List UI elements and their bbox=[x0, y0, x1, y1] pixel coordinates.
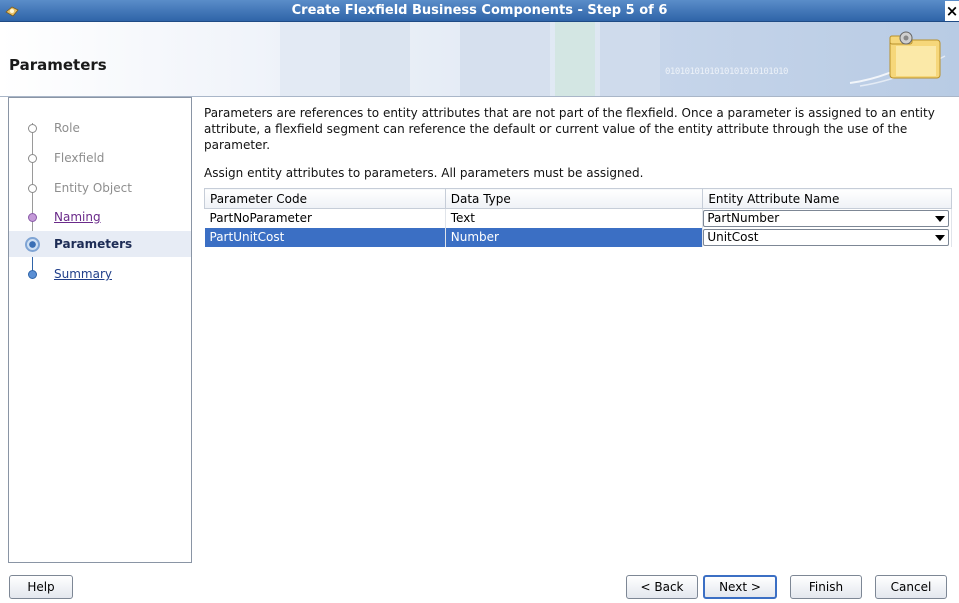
data-type-cell[interactable]: Number bbox=[445, 227, 704, 247]
current-step-icon bbox=[25, 237, 40, 252]
column-header-parameter-code[interactable]: Parameter Code bbox=[204, 188, 446, 209]
help-button[interactable]: Help bbox=[9, 575, 73, 599]
table-header-row: Parameter Code Data Type Entity Attribut… bbox=[204, 188, 952, 209]
step-label: Flexfield bbox=[54, 151, 105, 165]
step-naming[interactable]: Naming bbox=[9, 204, 191, 230]
step-label[interactable]: Summary bbox=[54, 267, 112, 281]
wizard-steps-panel: Role Flexfield Entity Object Naming Para… bbox=[8, 97, 192, 563]
step-indicator-icon bbox=[28, 154, 37, 163]
entity-attribute-select[interactable]: PartNumber bbox=[703, 209, 949, 227]
step-label: Entity Object bbox=[54, 181, 132, 195]
step-entity-object: Entity Object bbox=[9, 175, 191, 201]
back-button[interactable]: < Back bbox=[626, 575, 698, 599]
entity-attribute-select[interactable]: UnitCost bbox=[703, 228, 949, 246]
description-text: Parameters are references to entity attr… bbox=[204, 106, 935, 152]
finish-button[interactable]: Finish bbox=[790, 575, 862, 599]
cancel-button[interactable]: Cancel bbox=[875, 575, 947, 599]
step-label: Parameters bbox=[54, 237, 133, 251]
wizard-folder-icon bbox=[849, 31, 946, 87]
binary-decoration: 0101010101010101010101010 bbox=[665, 67, 788, 77]
step-flexfield: Flexfield bbox=[9, 145, 191, 171]
select-value: UnitCost bbox=[707, 229, 759, 244]
step-role: Role bbox=[9, 115, 191, 141]
page-title: Parameters bbox=[9, 56, 107, 74]
main-content: Parameters are references to entity attr… bbox=[204, 105, 956, 180]
step-indicator-icon bbox=[28, 124, 37, 133]
column-header-entity-attribute[interactable]: Entity Attribute Name bbox=[702, 188, 952, 209]
dropdown-arrow-icon[interactable] bbox=[935, 234, 945, 241]
select-value: PartNumber bbox=[707, 210, 780, 225]
step-indicator-icon bbox=[28, 213, 37, 222]
step-indicator-icon bbox=[28, 270, 37, 279]
step-summary[interactable]: Summary bbox=[9, 261, 191, 287]
step-label[interactable]: Naming bbox=[54, 210, 101, 224]
wizard-header: Parameters 0101010101010101010101010 bbox=[0, 22, 959, 97]
parameter-code-cell[interactable]: PartUnitCost bbox=[204, 227, 446, 247]
window-title: Create Flexfield Business Components - S… bbox=[291, 3, 668, 18]
step-indicator-icon bbox=[28, 184, 37, 193]
parameters-table: Parameter Code Data Type Entity Attribut… bbox=[204, 188, 952, 247]
title-bar: Create Flexfield Business Components - S… bbox=[0, 0, 959, 22]
dropdown-arrow-icon[interactable] bbox=[935, 215, 945, 222]
entity-attribute-cell: PartNumber bbox=[702, 208, 952, 228]
close-icon[interactable]: × bbox=[945, 1, 959, 21]
parameter-code-cell[interactable]: PartNoParameter bbox=[204, 208, 446, 228]
step-parameters: Parameters bbox=[9, 231, 191, 257]
entity-attribute-cell: UnitCost bbox=[702, 227, 952, 247]
next-button[interactable]: Next > bbox=[703, 575, 777, 599]
data-type-cell[interactable]: Text bbox=[445, 208, 704, 228]
step-label: Role bbox=[54, 121, 80, 135]
table-row[interactable]: PartUnitCost Number UnitCost bbox=[204, 227, 952, 247]
wizard-footer: Help < Back Next > Finish Cancel bbox=[0, 570, 959, 603]
column-header-data-type[interactable]: Data Type bbox=[444, 188, 704, 209]
instruction-text: Assign entity attributes to parameters. … bbox=[204, 166, 644, 180]
table-row[interactable]: PartNoParameter Text PartNumber bbox=[204, 208, 952, 228]
